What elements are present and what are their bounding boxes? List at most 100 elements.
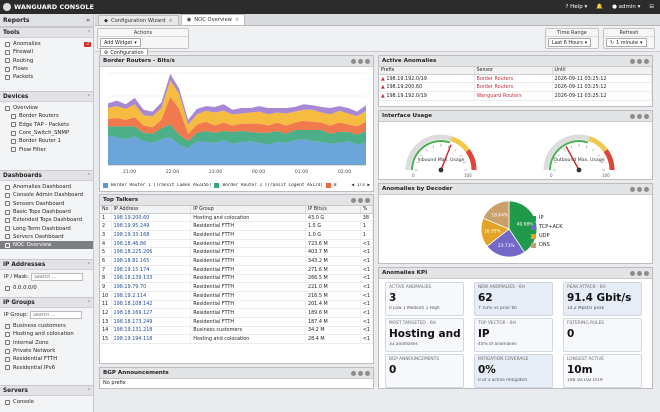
tools-header[interactable]: Tools ⌃ (0, 27, 93, 38)
close-icon[interactable] (365, 197, 370, 203)
chevron-up-icon[interactable]: ⌃ (87, 388, 91, 394)
table-row[interactable]: 1 198.19.200.60 Hosting and colocation 43.0… (100, 213, 374, 223)
help-menu[interactable]: ? Help ▾ (565, 4, 587, 10)
settings-icon[interactable] (630, 270, 635, 276)
close-icon[interactable] (644, 186, 649, 192)
chevron-up-icon[interactable]: ⌃ (87, 94, 91, 100)
kpi-card[interactable]: LONGEST ACTIVE 10m 198.19.192.0/19 (563, 354, 642, 388)
column-header[interactable]: IP Bits/s (305, 206, 361, 214)
table-row[interactable]: 10 198.19.2.114 Residential FTTH 216.5 M <1 (100, 291, 374, 301)
app-logo[interactable]: WANGUARD CONSOLE (3, 3, 94, 11)
kpi-card[interactable]: NEW ANOMALIES · 6H 62 ↑ 63% vs prior 6h (474, 282, 553, 316)
minimize-icon[interactable] (637, 186, 642, 192)
sidebar-item-noc-overview[interactable]: NOC Overview (0, 241, 93, 250)
talker-ip[interactable]: 198.18.108.142 (111, 300, 192, 310)
ip-mask-input[interactable] (30, 273, 83, 281)
minimize-icon[interactable] (358, 197, 363, 203)
talker-ip[interactable]: 198.19.131.218 (111, 326, 192, 336)
talker-ip[interactable]: 198.18.173.249 (111, 317, 192, 327)
talker-ip[interactable]: 198.19.95.249 (111, 221, 192, 232)
kpi-card[interactable]: MITIGATION COVERAGE 0% 0 of 3 active mitig… (474, 354, 553, 388)
ip-group-input[interactable] (29, 311, 82, 319)
sidebar-item-ip-group[interactable]: Residential IPv6 (0, 363, 93, 371)
settings-icon[interactable] (630, 186, 635, 192)
collapse-sidebar-icon[interactable]: « (86, 17, 90, 24)
talker-ip[interactable]: 198.19.2.114 (111, 291, 192, 301)
close-icon[interactable] (365, 370, 370, 376)
settings-icon[interactable] (630, 58, 635, 64)
legend-item[interactable]: TCP+ACK (531, 224, 563, 230)
sidebar-item-ip-group[interactable]: Hosting and colocation (0, 330, 93, 338)
chevron-up-icon[interactable]: ⌃ (87, 300, 91, 306)
minimize-icon[interactable] (637, 58, 642, 64)
sidebar-item-console[interactable]: Console (0, 398, 93, 406)
talker-ip[interactable]: 198.18.169.127 (111, 308, 192, 318)
table-row[interactable]: 14 198.19.131.218 Business customers 34.2 M… (100, 326, 374, 336)
close-icon[interactable] (644, 113, 649, 119)
table-row[interactable]: ▲ 198.19.192.0/19 Wanguard Routers 2026-09… (379, 91, 652, 101)
sidebar-item-edge-tap[interactable]: Edge TAP - Packets (0, 121, 93, 129)
table-row[interactable]: ▲ 198.19.200.60 Border Routers 2026-09-11 … (379, 82, 652, 93)
settings-icon[interactable] (351, 197, 356, 203)
sidebar-item-basic-tops-dashboard[interactable]: Basic Tops Dashboard (0, 208, 93, 216)
tab-configuration-wizard[interactable]: ◆ Configuration Wizard × (98, 15, 179, 25)
add-widget-button[interactable]: Add Widget ▾ (100, 38, 141, 47)
close-icon[interactable] (644, 58, 649, 64)
table-row[interactable]: 3 198.19.33.168 Residential FTTH 1.0 G1 (100, 230, 374, 240)
column-header[interactable]: Prefix (379, 67, 475, 75)
close-icon[interactable]: × (169, 18, 173, 24)
talker-ip[interactable]: 198.18.225.206 (111, 247, 192, 258)
sidebar-item-overview[interactable]: Overview (0, 104, 93, 112)
sidebar-item-flow-filter[interactable]: Flow Filter (0, 145, 93, 153)
sidebar-item-border-routers[interactable]: Border Routers (0, 112, 93, 120)
anomaly-sensor[interactable]: Border Routers (474, 82, 553, 93)
talker-ip[interactable]: 198.19.33.168 (111, 230, 192, 240)
kpi-card[interactable]: ACTIVE ANOMALIES 3 0 Low 1 Medium 1 High (385, 282, 464, 316)
talker-ip[interactable]: 198.18.81.165 (111, 256, 192, 266)
tab-noc-overview[interactable]: ◉ NOC Overview × (180, 14, 246, 25)
ip-addresses-header[interactable]: IP Addresses ⌃ (0, 259, 93, 270)
sidebar-item-servers-dashboard[interactable]: Servers Dashboard (0, 233, 93, 241)
kpi-card[interactable]: MOST TARGETED · 6H Hosting and c… 33 anoma… (385, 318, 464, 352)
talker-ip[interactable]: 198.19.194.118 (111, 334, 192, 344)
anomaly-sensor[interactable]: Wanguard Routers (474, 91, 553, 101)
ip-groups-header[interactable]: IP Groups ⌃ (0, 297, 93, 308)
sidebar-item-ip-group[interactable]: Business customers (0, 322, 93, 330)
column-header[interactable]: IP Address (111, 206, 192, 214)
legend-item[interactable]: B (334, 183, 337, 188)
legend-item[interactable]: UDP (531, 233, 563, 239)
sidebar-item-flows[interactable]: Flows (0, 65, 93, 73)
sidebar-item-ip-group[interactable]: Private Network (0, 347, 93, 355)
anomaly-prefix[interactable]: 198.19.200.60 (386, 84, 422, 90)
kpi-card[interactable]: BGP ANNOUNCEMENTS 0 (385, 354, 464, 388)
sidebar-item-extended-tops-dashboard[interactable]: Extended Tops Dashboard (0, 216, 93, 224)
servers-header[interactable]: Servers ⌃ (0, 385, 93, 396)
sidebar-item-sensors-dashboard[interactable]: Sensors Dashboard (0, 200, 93, 208)
close-icon[interactable] (644, 270, 649, 276)
column-header[interactable]: IP Group (190, 206, 306, 214)
table-row[interactable]: 12 198.18.169.127 Residential FTTH 189.6 M <… (100, 308, 374, 318)
table-row[interactable]: 8 198.18.139.133 Residential FTTH 266.5 M <1 (100, 274, 374, 284)
sidebar-item-core-switch[interactable]: Core_Switch_SNMP (0, 129, 93, 137)
talker-ip[interactable]: 198.19.15.174 (111, 265, 192, 275)
sidebar-item-long-term-dashboard[interactable]: Long Term Dashboard (0, 224, 93, 232)
minimize-icon[interactable] (637, 270, 642, 276)
sidebar-item-border-router-1[interactable]: Border Router 1 (0, 137, 93, 145)
sidebar-item-routing[interactable]: Routing (0, 57, 93, 65)
talker-ip[interactable]: 198.18.46.86 (111, 239, 192, 249)
sidebar-item-ip-group[interactable]: Internal Zone (0, 339, 93, 347)
kpi-card[interactable]: TOP VECTOR · 6H IP 40% of anomalies (474, 318, 553, 352)
chevron-up-icon[interactable]: ⌃ (87, 173, 91, 179)
anomaly-prefix[interactable]: 198.19.192.0/19 (386, 76, 427, 82)
anomaly-prefix[interactable]: 198.19.192.0/19 (386, 93, 427, 99)
table-row[interactable]: 7 198.19.15.174 Residential FTTH 271.6 M <1 (100, 265, 374, 275)
dashboards-header[interactable]: Dashboards ⌃ (0, 170, 93, 181)
close-icon[interactable]: × (235, 17, 239, 23)
refresh-select[interactable]: ↻ 1 minute ▾ (606, 38, 647, 47)
sidebar-item-ip-range[interactable]: 0.0.0.0/0 (0, 284, 93, 292)
minimize-icon[interactable] (358, 58, 363, 64)
table-row[interactable]: 6 198.18.81.165 Residential FTTH 343.2 M <1 (100, 256, 374, 266)
legend-item[interactable]: IP (531, 215, 563, 221)
table-row[interactable]: ▲ 198.19.192.0/19 Border Routers 2026-09-1… (379, 74, 652, 84)
time-range-select[interactable]: Last 6 Hours ▾ (548, 38, 592, 47)
